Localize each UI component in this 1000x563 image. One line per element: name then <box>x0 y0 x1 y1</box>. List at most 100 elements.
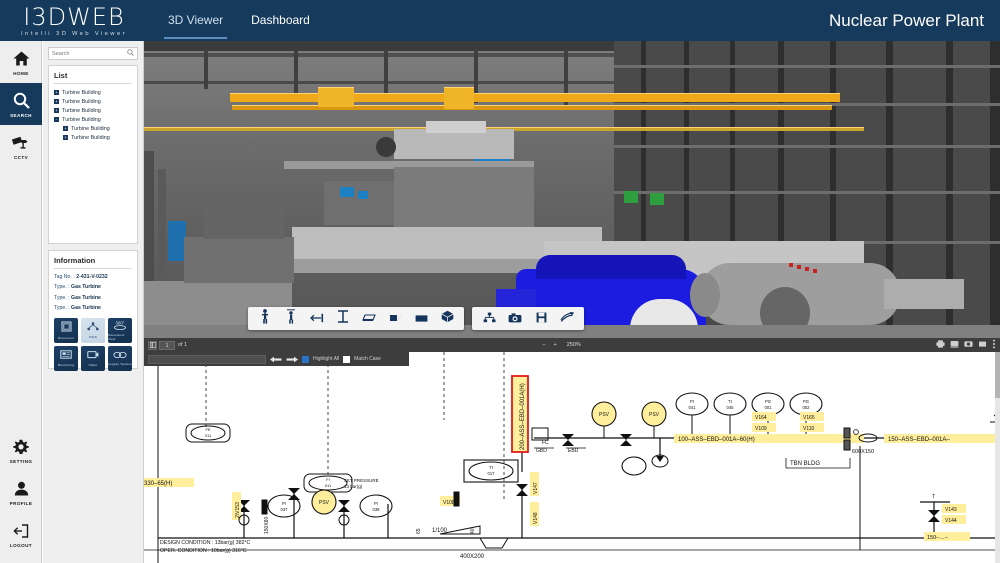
download-icon[interactable] <box>950 340 959 350</box>
list-item-label: Turbine Building <box>62 89 101 96</box>
list-item[interactable]: - Turbine Building <box>54 115 132 124</box>
svg-text:011: 011 <box>205 433 212 438</box>
svg-text:150–…–: 150–…– <box>927 535 949 541</box>
rail-item-profile[interactable]: PROFILE <box>0 471 42 513</box>
find-input[interactable] <box>148 354 266 364</box>
save-view-button[interactable] <box>528 308 554 329</box>
expander-icon[interactable]: + <box>54 108 59 113</box>
svg-text:V148: V148 <box>533 512 539 524</box>
measure-vertical-icon <box>337 309 349 328</box>
plus-icon[interactable]: + <box>553 342 556 348</box>
svg-text:037: 037 <box>281 507 289 512</box>
collapser-icon[interactable]: - <box>54 117 59 122</box>
svg-text:FE: FE <box>205 427 210 432</box>
match-case-checkbox[interactable] <box>343 355 351 363</box>
expander-icon[interactable]: + <box>54 99 59 104</box>
pdf-page-input[interactable]: 1 <box>159 340 175 350</box>
viewer-toolbar <box>248 307 584 330</box>
info-value: Gas Turbine <box>71 294 101 301</box>
clip-box-button[interactable] <box>382 308 408 329</box>
info-row-type-2: Type. : Gas Turbine <box>54 295 132 301</box>
svg-text:017: 017 <box>488 471 496 476</box>
camera-icon[interactable] <box>964 340 973 350</box>
model-tree-button[interactable] <box>476 308 502 329</box>
rail-label-logout: LOGOUT <box>9 542 33 548</box>
pdf-right-tools <box>936 339 996 351</box>
clip-corner-icon <box>389 310 402 328</box>
expander-icon[interactable]: + <box>54 90 59 95</box>
rail-item-logout[interactable]: LOGOUT <box>0 513 42 555</box>
search-box[interactable] <box>48 47 138 60</box>
measure-arrow-icon <box>310 310 324 328</box>
pid-vertical-scrollbar[interactable] <box>995 352 1000 563</box>
more-vertical-icon[interactable] <box>992 339 996 351</box>
slope-label: 1/100 <box>432 528 448 534</box>
list-item[interactable]: + Turbine Building <box>54 97 132 106</box>
tab-3d-viewer[interactable]: 3D Viewer <box>154 0 237 41</box>
measure-distance-button[interactable] <box>304 308 330 329</box>
tile-panoramic-view[interactable]: 360° Panoramic View <box>108 318 132 343</box>
isometric-box-button[interactable] <box>434 308 460 329</box>
list-item[interactable]: + Turbine Building <box>54 88 132 97</box>
viewer-toolbar-right-group <box>472 307 584 330</box>
tile-video[interactable]: Video <box>81 346 105 371</box>
share-button[interactable] <box>554 308 580 329</box>
tab-dashboard[interactable]: Dashboard <box>237 0 324 41</box>
pid-drawing-canvas[interactable]: FE 011 FI 011 330–65(H) 2\V153 V108 V147… <box>144 352 1000 563</box>
rail-item-setting[interactable]: SETTING <box>0 429 42 471</box>
svg-text:V109: V109 <box>755 426 767 432</box>
presentation-icon[interactable] <box>978 340 987 350</box>
svg-text:PSV: PSV <box>319 500 330 506</box>
print-icon[interactable] <box>936 340 945 350</box>
svg-text:FI: FI <box>326 477 330 482</box>
avatar-height-button[interactable] <box>278 308 304 329</box>
svg-text:400X200: 400X200 <box>460 554 485 560</box>
svg-text:V143: V143 <box>945 507 957 513</box>
walk-mode-button[interactable] <box>252 308 278 329</box>
app-logo[interactable]: I3DWEB Intelli 3D Web Viewer <box>0 0 140 41</box>
tile-monitoring[interactable]: Monitoring <box>54 346 78 371</box>
svg-text:40: 40 <box>470 528 476 534</box>
page-title: Nuclear Power Plant <box>829 10 984 30</box>
section-plane-button[interactable] <box>356 308 382 329</box>
search-icon[interactable] <box>127 49 134 58</box>
info-label: Type. : <box>54 305 70 311</box>
pdf-zoom-level[interactable]: 250% <box>567 342 581 348</box>
fill-mode-button[interactable] <box>408 308 434 329</box>
snapshot-button[interactable] <box>502 308 528 329</box>
legacy-system-icon <box>113 351 127 361</box>
expander-icon[interactable]: + <box>63 126 68 131</box>
highlight-all-label: Highlight All <box>313 356 340 362</box>
rail-item-home[interactable]: HOME <box>0 41 42 83</box>
minus-icon[interactable]: – <box>542 342 545 348</box>
rail-item-cctv[interactable]: CCTV <box>0 125 42 167</box>
information-tiles: Document P&ID 360° Panoramic View Monito… <box>54 318 132 371</box>
tile-document[interactable]: Document <box>54 318 78 343</box>
svg-text:150–ASS–EBD–001A–: 150–ASS–EBD–001A– <box>888 437 950 443</box>
3d-viewport[interactable] <box>144 41 1000 338</box>
rail-label-cctv: CCTV <box>13 154 29 160</box>
panorama-360-icon: 360° <box>113 320 127 332</box>
tile-legacy-system[interactable]: Legacy System <box>108 346 132 371</box>
tile-pid[interactable]: P&ID <box>81 318 105 343</box>
search-input[interactable] <box>52 50 127 57</box>
svg-text:330–65(H): 330–65(H) <box>144 481 172 487</box>
info-row-type-1: Type. : Gas Turbine <box>54 284 132 290</box>
tile-label: Video <box>88 363 98 368</box>
list-item[interactable]: + Turbine Building <box>54 133 132 142</box>
list-item[interactable]: + Turbine Building <box>54 106 132 115</box>
measure-vertical-button[interactable] <box>330 308 356 329</box>
list-item[interactable]: + Turbine Building <box>54 124 132 133</box>
svg-text:V108: V108 <box>443 500 455 506</box>
highlight-all-checkbox[interactable] <box>302 355 309 363</box>
match-case-label: Match Case <box>354 356 381 362</box>
arrow-left-icon[interactable] <box>270 350 282 368</box>
rail-item-search[interactable]: SEARCH <box>0 83 42 125</box>
scrollbar-thumb[interactable] <box>995 352 1000 398</box>
expander-icon[interactable]: + <box>63 135 68 140</box>
panel-toggle-icon[interactable] <box>148 340 157 350</box>
arrow-right-icon[interactable] <box>286 350 298 368</box>
svg-text:PG: PG <box>765 399 771 404</box>
design-condition-label: DESIGN CONDITION : 13bar(g) 382°C <box>160 540 251 546</box>
svg-text:V165: V165 <box>803 415 815 421</box>
